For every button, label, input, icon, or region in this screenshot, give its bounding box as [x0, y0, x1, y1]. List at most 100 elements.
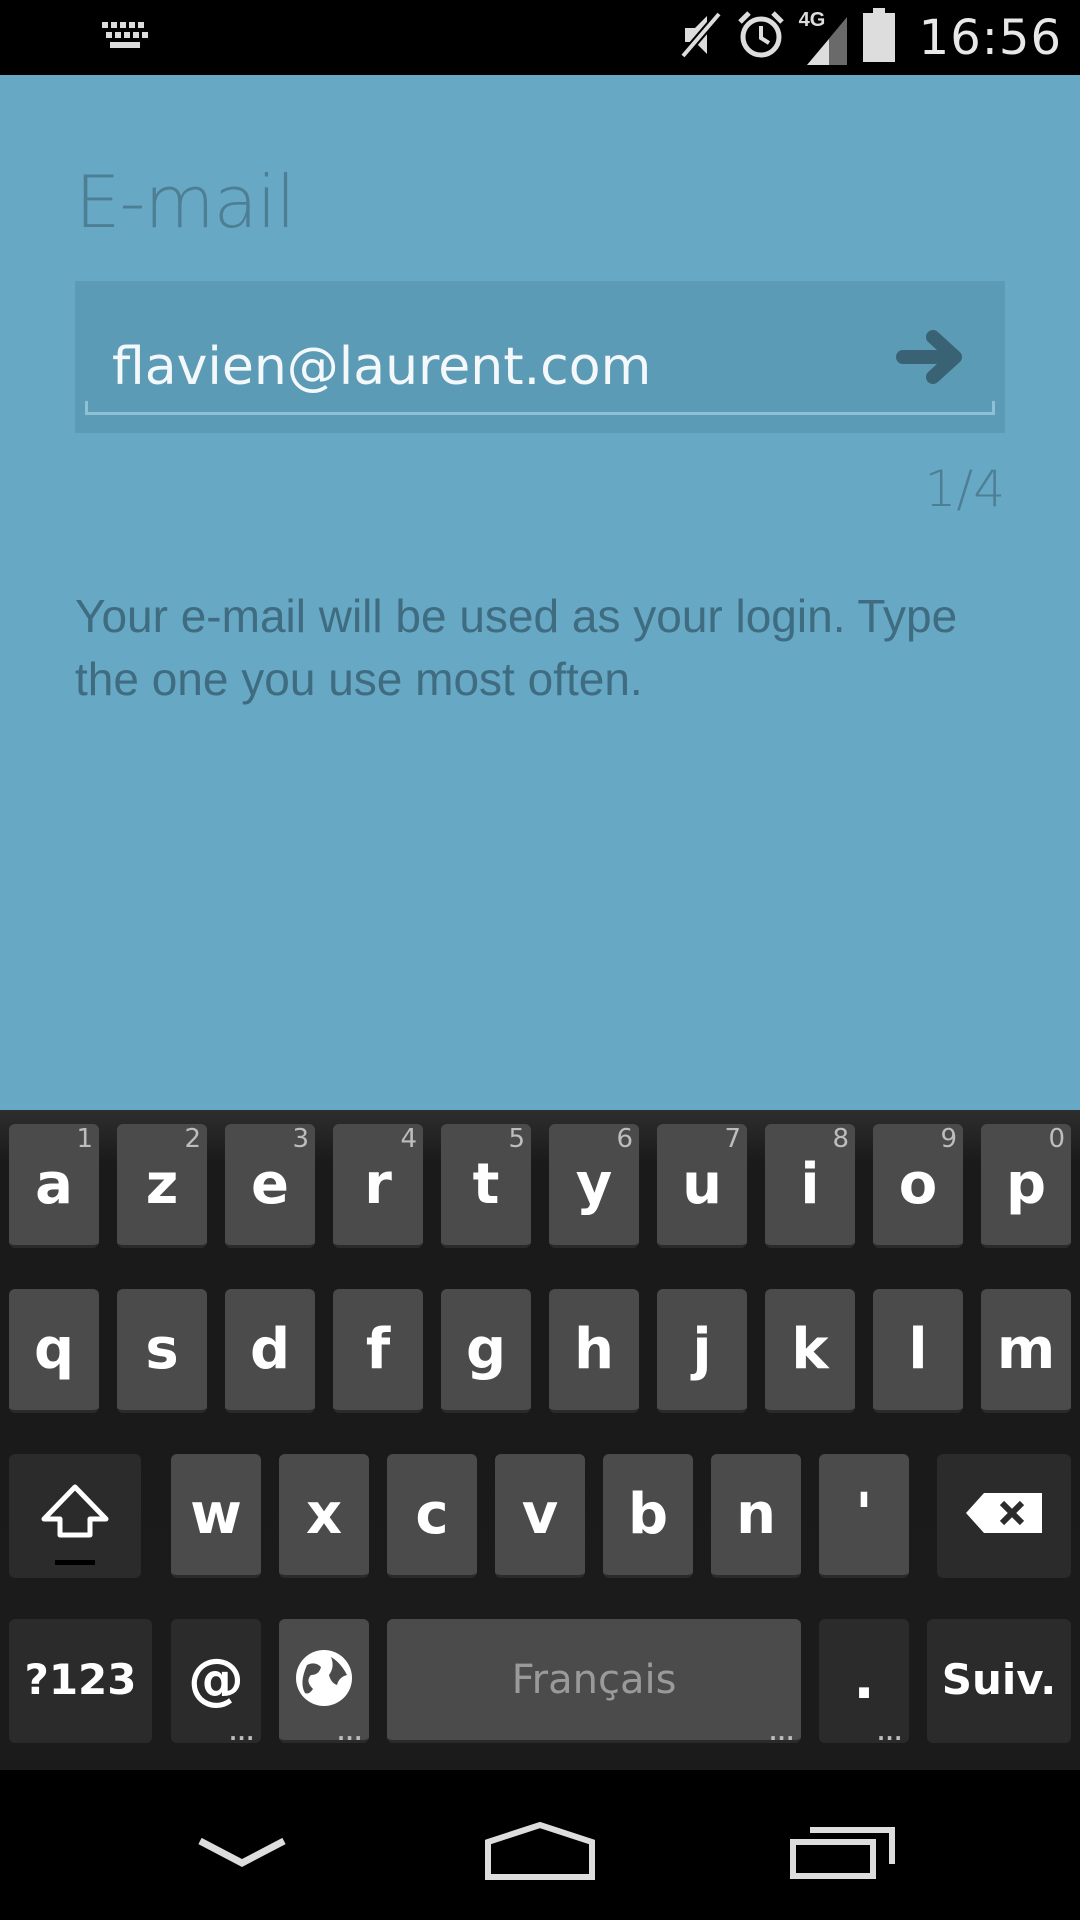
key-label: r: [364, 1152, 392, 1217]
space-key[interactable]: Français...: [387, 1619, 801, 1743]
key-d[interactable]: d: [225, 1289, 315, 1413]
shift-key[interactable]: [9, 1454, 141, 1578]
key-label: Suiv.: [941, 1655, 1057, 1704]
key-q[interactable]: q: [9, 1289, 99, 1413]
key-label: w: [190, 1482, 242, 1547]
alarm-icon: [737, 10, 785, 65]
email-input-value[interactable]: flavien@laurent.com: [112, 337, 651, 397]
key-p[interactable]: p0: [981, 1124, 1071, 1248]
input-underline: [85, 401, 995, 415]
back-chevron-icon[interactable]: [196, 1835, 288, 1876]
key-label: q: [33, 1317, 75, 1382]
key-u[interactable]: u7: [657, 1124, 747, 1248]
key-hint: 7: [724, 1124, 741, 1154]
email-field[interactable]: flavien@laurent.com: [75, 281, 1005, 433]
key-j[interactable]: j: [657, 1289, 747, 1413]
key-hint: 8: [832, 1124, 849, 1154]
key-label: .: [853, 1647, 875, 1712]
key-label: x: [305, 1482, 343, 1547]
key-o[interactable]: o9: [873, 1124, 963, 1248]
key-e[interactable]: e3: [225, 1124, 315, 1248]
next-action-key[interactable]: Suiv.: [927, 1619, 1071, 1743]
key-label: l: [908, 1317, 928, 1382]
key-label: i: [800, 1152, 820, 1217]
key-hint: 0: [1048, 1124, 1065, 1154]
backspace-icon: [964, 1491, 1044, 1539]
key-hint: 2: [184, 1124, 201, 1154]
key-label: u: [682, 1152, 722, 1217]
navigation-bar: [0, 1770, 1080, 1920]
backspace-key[interactable]: [937, 1454, 1071, 1578]
key-label: g: [465, 1317, 507, 1382]
key-b[interactable]: b: [603, 1454, 693, 1578]
key-s[interactable]: s: [117, 1289, 207, 1413]
more-options-indicator: ...: [877, 1721, 903, 1745]
key-l[interactable]: l: [873, 1289, 963, 1413]
key-hint: 5: [508, 1124, 525, 1154]
key-v[interactable]: v: [495, 1454, 585, 1578]
key-label: Français: [511, 1656, 677, 1703]
key-f[interactable]: f: [333, 1289, 423, 1413]
shift-indicator: [55, 1560, 95, 1565]
key-label: f: [365, 1317, 391, 1382]
arrow-right-icon[interactable]: [893, 319, 969, 400]
step-counter: 1/4: [924, 460, 1005, 518]
keyboard-icon: [102, 22, 148, 57]
shift-icon: [40, 1483, 110, 1547]
recent-apps-icon[interactable]: [790, 1824, 896, 1885]
key-label: ': [855, 1482, 873, 1547]
key-label: j: [692, 1317, 712, 1382]
status-bar: 4G 16:56: [0, 0, 1080, 75]
key-c[interactable]: c: [387, 1454, 477, 1578]
key-g[interactable]: g: [441, 1289, 531, 1413]
key-apostrophe[interactable]: ': [819, 1454, 909, 1578]
key-label: a: [35, 1152, 73, 1217]
key-label: n: [736, 1482, 776, 1547]
symbols-key[interactable]: ?123: [9, 1619, 152, 1743]
at-key[interactable]: @...: [171, 1619, 261, 1743]
period-key[interactable]: ....: [819, 1619, 909, 1743]
key-label: z: [145, 1152, 179, 1217]
key-label: d: [249, 1317, 291, 1382]
key-label: p: [1005, 1152, 1047, 1217]
key-hint: 6: [616, 1124, 633, 1154]
home-icon[interactable]: [484, 1821, 596, 1885]
key-a[interactable]: a1: [9, 1124, 99, 1248]
more-options-indicator: ...: [337, 1721, 363, 1745]
key-k[interactable]: k: [765, 1289, 855, 1413]
key-n[interactable]: n: [711, 1454, 801, 1578]
key-y[interactable]: y6: [549, 1124, 639, 1248]
key-label: o: [898, 1152, 938, 1217]
key-label: t: [472, 1152, 500, 1217]
key-label: @: [188, 1647, 244, 1712]
key-z[interactable]: z2: [117, 1124, 207, 1248]
more-options-indicator: ...: [769, 1721, 795, 1745]
clock: 16:56: [918, 9, 1062, 66]
key-hint: 3: [292, 1124, 309, 1154]
key-m[interactable]: m: [981, 1289, 1071, 1413]
key-r[interactable]: r4: [333, 1124, 423, 1248]
key-label: v: [521, 1482, 559, 1547]
signup-screen: E-mail flavien@laurent.com 1/4 Your e-ma…: [0, 75, 1080, 1110]
soft-keyboard: a 1 z 2 e 3 r 4 t 5 y 6 u 7 i 8 o 9 p 0 q s d f g h j k l m w x c v b n ' ?12…: [0, 1110, 1080, 1770]
key-i[interactable]: i8: [765, 1124, 855, 1248]
key-label: s: [145, 1317, 179, 1382]
language-key[interactable]: ...: [279, 1619, 369, 1743]
key-label: e: [251, 1152, 289, 1217]
mute-icon: [679, 10, 723, 65]
globe-icon: [293, 1647, 355, 1713]
key-hint: 9: [940, 1124, 957, 1154]
battery-icon: [862, 8, 895, 67]
key-hint: 4: [400, 1124, 417, 1154]
key-label: m: [996, 1317, 1056, 1382]
help-text: Your e-mail will be used as your login. …: [75, 590, 958, 705]
key-w[interactable]: w: [171, 1454, 261, 1578]
key-label: ?123: [24, 1655, 137, 1704]
signal-icon: 4G: [799, 9, 849, 67]
more-options-indicator: ...: [229, 1721, 255, 1745]
key-t[interactable]: t5: [441, 1124, 531, 1248]
key-x[interactable]: x: [279, 1454, 369, 1578]
key-label: h: [574, 1317, 614, 1382]
key-h[interactable]: h: [549, 1289, 639, 1413]
key-hint: 1: [76, 1124, 93, 1154]
